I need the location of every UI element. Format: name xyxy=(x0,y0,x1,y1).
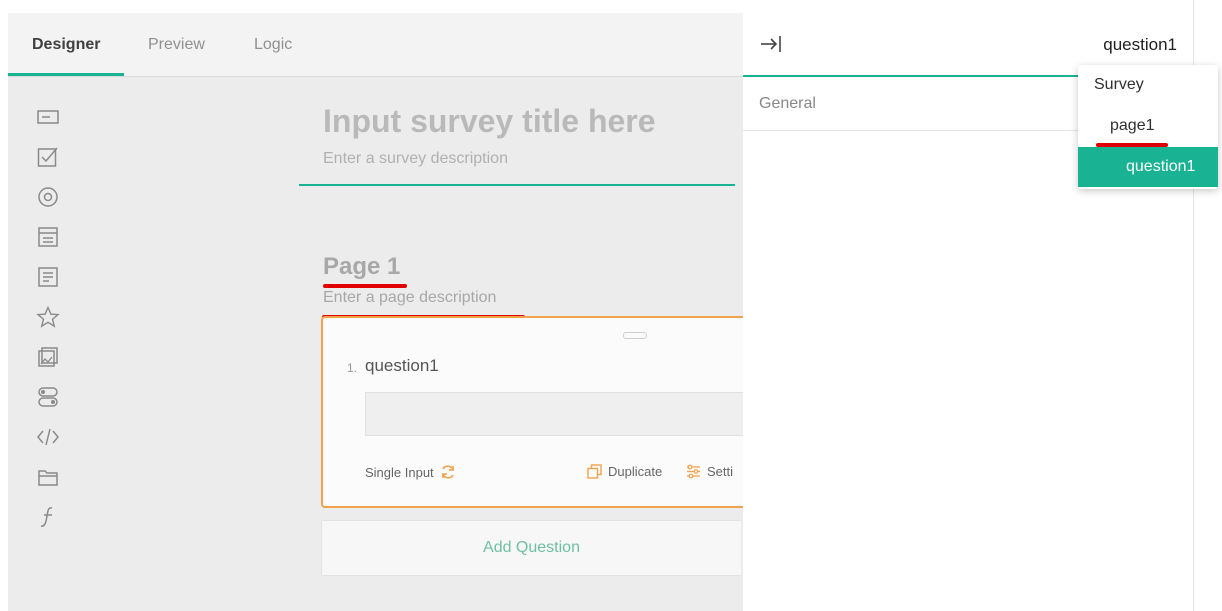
single-input-icon[interactable] xyxy=(30,103,66,131)
settings-label: Setti xyxy=(707,464,734,479)
survey-title-input[interactable]: Input survey title here xyxy=(323,103,656,140)
panel-icon[interactable] xyxy=(30,463,66,491)
dropdown-item-page1[interactable]: page1 xyxy=(1078,106,1218,146)
survey-creator: Designer Preview Logic Input survey titl… xyxy=(0,0,1222,611)
question-type-label: Single Input xyxy=(365,464,434,480)
page-title-input[interactable]: Page 1 xyxy=(323,253,400,281)
dropdown-item-survey[interactable]: Survey xyxy=(1078,65,1218,105)
active-tab-indicator xyxy=(8,73,124,76)
selected-object-selector[interactable]: question1 xyxy=(1103,35,1177,55)
question-title[interactable]: question1 xyxy=(365,356,439,376)
top-strip xyxy=(0,0,743,13)
duplicate-button[interactable]: Duplicate xyxy=(587,464,662,479)
question-card[interactable]: 1. question1 Single Input Duplicate Sett… xyxy=(321,316,743,508)
duplicate-icon xyxy=(587,464,602,479)
html-icon[interactable] xyxy=(30,423,66,451)
annotation-underline-page-title xyxy=(323,284,407,288)
add-question-button[interactable]: Add Question xyxy=(321,520,741,576)
tab-designer[interactable]: Designer xyxy=(32,13,100,76)
settings-button[interactable]: Setti xyxy=(686,464,733,479)
radiogroup-icon[interactable] xyxy=(30,183,66,211)
page-description-input[interactable]: Enter a page description xyxy=(323,289,496,307)
question-type-selector[interactable]: Single Input xyxy=(365,464,456,480)
settings-sliders-icon xyxy=(686,464,701,479)
annotation-underline-page1 xyxy=(1096,143,1168,147)
rating-icon[interactable] xyxy=(30,303,66,331)
survey-header-divider xyxy=(299,184,735,186)
boolean-icon[interactable] xyxy=(30,383,66,411)
survey-description-input[interactable]: Enter a survey description xyxy=(323,150,508,168)
question-text-input[interactable] xyxy=(365,392,743,436)
comment-icon[interactable] xyxy=(30,263,66,291)
expression-icon[interactable] xyxy=(30,503,66,531)
duplicate-label: Duplicate xyxy=(608,464,663,479)
checkbox-icon[interactable] xyxy=(30,143,66,171)
dropdown-icon[interactable] xyxy=(30,223,66,251)
tab-logic[interactable]: Logic xyxy=(254,13,292,76)
collapse-panel-icon[interactable] xyxy=(759,33,783,55)
question-number: 1. xyxy=(347,361,358,375)
tab-preview[interactable]: Preview xyxy=(148,13,205,76)
designer-tabs: Designer Preview Logic xyxy=(8,13,743,77)
left-gutter xyxy=(0,0,8,611)
object-selector-dropdown: Survey page1 question1 xyxy=(1078,65,1218,189)
drag-handle-icon[interactable] xyxy=(623,332,647,339)
dropdown-item-question1[interactable]: question1 xyxy=(1078,147,1218,187)
general-category-label: General xyxy=(759,95,816,112)
refresh-icon xyxy=(440,464,456,480)
image-picker-icon[interactable] xyxy=(30,343,66,371)
